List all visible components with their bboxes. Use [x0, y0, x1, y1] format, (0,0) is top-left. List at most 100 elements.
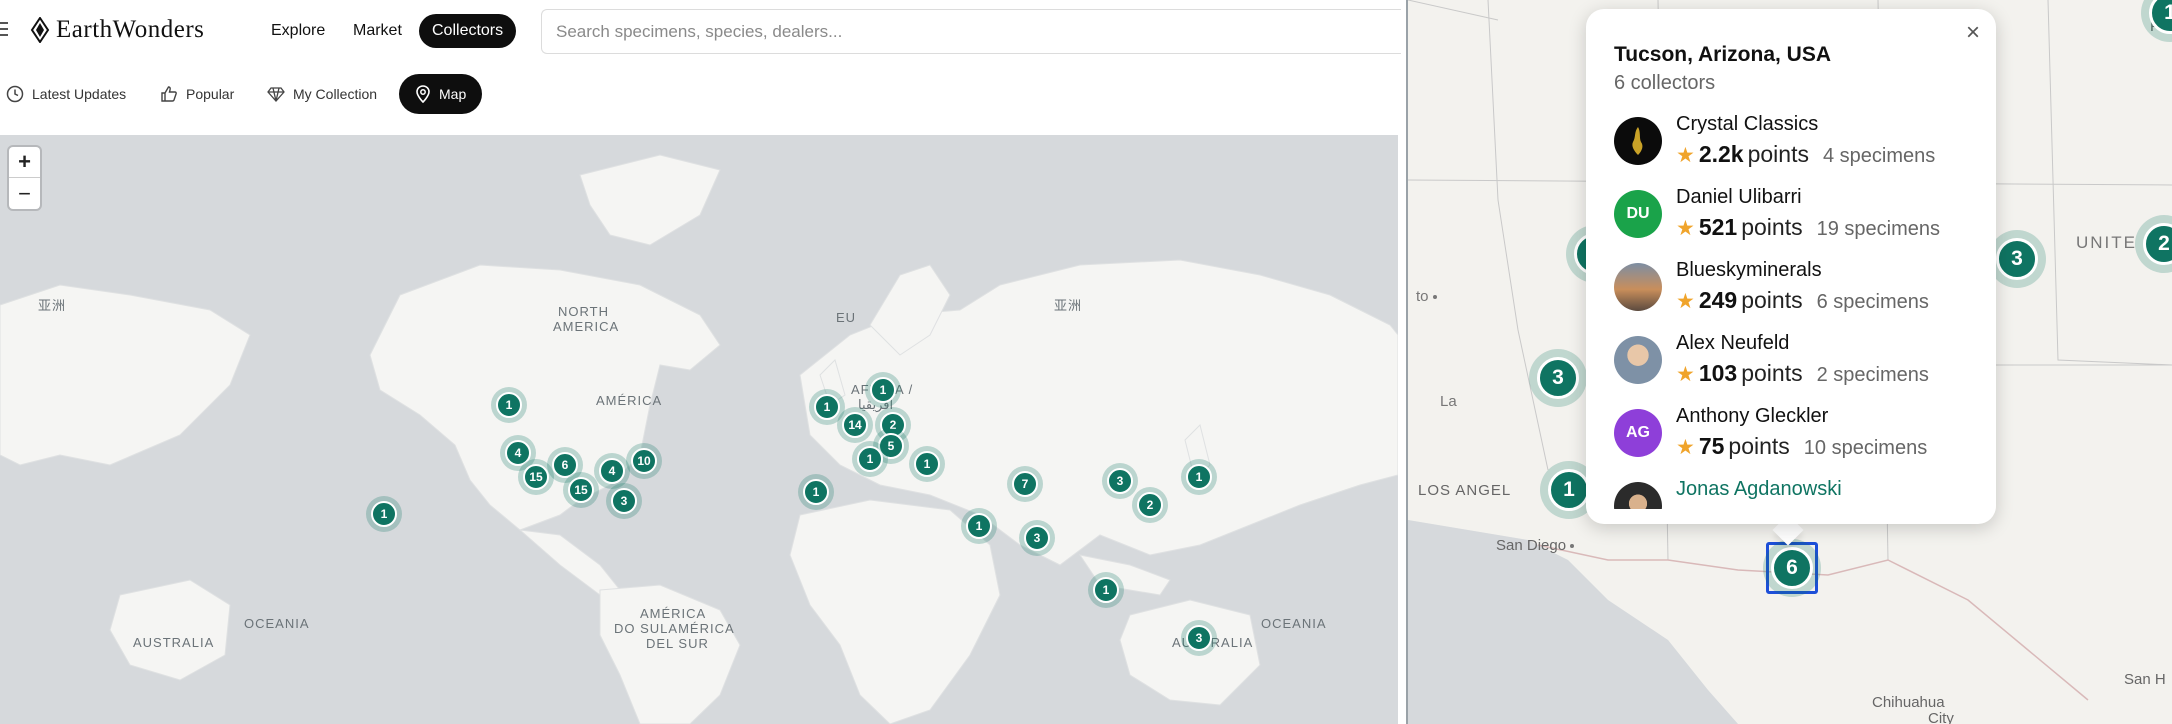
map-cluster[interactable]: 1 [961, 508, 997, 544]
nav-explore[interactable]: Explore [271, 18, 325, 44]
collector-list[interactable]: Crystal Classics ★ 2.2k points 4 specime… [1614, 109, 1984, 509]
map-label-america-es: AMÉRICA [596, 393, 663, 408]
points-label: points [1741, 360, 1803, 386]
map-label-north: NORTH [558, 304, 609, 319]
map-label-asia: 亚洲 [38, 298, 67, 313]
zoom-in-button[interactable]: + [9, 147, 40, 178]
map-cluster[interactable]: 1 [1181, 459, 1217, 495]
avatar: AG [1614, 409, 1662, 457]
collector-specimens: 2 specimens [1816, 364, 1929, 386]
map-cluster[interactable]: 3 [1988, 230, 2046, 288]
tab-map[interactable]: Map [399, 74, 483, 114]
collector-stats: ★ 103 points 2 specimens [1676, 360, 1929, 387]
collector-specimens: 19 specimens [1816, 218, 1940, 240]
thumbs-up-icon [161, 86, 177, 102]
collector-name[interactable]: Anthony Gleckler [1676, 405, 1828, 428]
avatar: DU [1614, 190, 1662, 238]
collector-name[interactable]: Crystal Classics [1676, 113, 1818, 136]
logo-text: EarthWonders [56, 16, 205, 43]
map-cluster[interactable]: 2 [1132, 487, 1168, 523]
map-cluster[interactable]: 1 [798, 474, 834, 510]
collector-stats: ★ 2.2k points 4 specimens [1676, 141, 1935, 168]
avatar [1614, 117, 1662, 165]
collector-points: 103 [1698, 360, 1738, 386]
map-cluster[interactable]: 1 [865, 372, 901, 408]
search-box[interactable] [541, 9, 1401, 54]
map-cluster[interactable]: 1 [909, 446, 945, 482]
popup-collector-count: 6 collectors [1614, 72, 1716, 94]
popup-title: Tucson, Arizona, USA [1614, 43, 1832, 66]
selected-map-cluster[interactable]: 6 [1763, 539, 1821, 597]
map-cluster[interactable]: 14 [837, 407, 873, 443]
collector-row[interactable]: Blueskyminerals ★ 249 points 6 specimens [1614, 255, 1984, 328]
gem-icon [267, 87, 285, 102]
map-cluster[interactable]: 15 [518, 459, 554, 495]
collector-points: 521 [1698, 214, 1738, 240]
tab-latest-label: Latest Updates [32, 86, 127, 102]
collector-name[interactable]: Daniel Ulibarri [1676, 186, 1802, 209]
region-label-chihuahua-city: City [1928, 710, 1954, 724]
world-map[interactable]: + − 亚洲 NORTH AMERICA AMÉRICA AMÉRICA DO … [0, 135, 1398, 724]
collector-points: 2.2k [1698, 141, 1744, 167]
collector-points: 75 [1698, 433, 1725, 459]
collector-row[interactable]: AG Anthony Gleckler ★ 75 points 10 speci… [1614, 401, 1984, 474]
logo[interactable]: EarthWonders [30, 16, 204, 44]
nav-market[interactable]: Market [353, 18, 402, 44]
star-icon: ★ [1676, 144, 1695, 167]
map-cluster[interactable]: 1 [852, 441, 888, 477]
menu-icon[interactable] [0, 22, 10, 38]
star-icon: ★ [1676, 363, 1695, 386]
region-label-san-diego: San Diego [1496, 537, 1575, 554]
points-label: points [1741, 214, 1803, 240]
map-label-europe: EU [836, 310, 857, 325]
collector-name[interactable]: Blueskyminerals [1676, 259, 1822, 282]
map-cluster[interactable]: 7 [1007, 466, 1043, 502]
tab-my-collection[interactable]: My Collection [267, 74, 377, 114]
collector-row[interactable]: Jonas Agdanowski [1614, 474, 1984, 509]
clock-icon [6, 85, 24, 103]
tab-my-collection-label: My Collection [293, 86, 378, 102]
region-label-la: La [1440, 393, 1457, 410]
region-label-to: to [1416, 288, 1437, 305]
tab-popular[interactable]: Popular [160, 74, 234, 114]
crystal-logo-icon [1632, 127, 1643, 155]
collector-stats: ★ 75 points 10 specimens [1676, 433, 1927, 460]
map-cluster[interactable]: 10 [626, 443, 662, 479]
collector-row[interactable]: DU Daniel Ulibarri ★ 521 points 19 speci… [1614, 182, 1984, 255]
collector-points: 249 [1698, 287, 1738, 313]
close-icon[interactable]: × [1966, 21, 1980, 45]
map-cluster[interactable]: 3 [606, 483, 642, 519]
nav-collectors[interactable]: Collectors [419, 14, 517, 48]
zoom-out-button[interactable]: − [9, 178, 40, 209]
avatar [1614, 336, 1662, 384]
map-cluster[interactable]: 15 [563, 472, 599, 508]
collector-row[interactable]: Crystal Classics ★ 2.2k points 4 specime… [1614, 109, 1984, 182]
sub-navigation: Latest Updates Popular My Collection Map [0, 74, 1400, 114]
main-window: EarthWonders Explore Market Collectors L… [0, 0, 1401, 724]
map-cluster[interactable]: 3 [1102, 463, 1138, 499]
zoom-control: + − [9, 147, 40, 209]
map-cluster[interactable]: 3 [1529, 349, 1587, 407]
map-cluster[interactable]: 3 [1181, 620, 1217, 656]
collector-specimens: 6 specimens [1816, 291, 1929, 313]
collector-name[interactable]: Jonas Agdanowski [1676, 478, 1842, 501]
collector-specimens: 10 specimens [1803, 437, 1928, 459]
map-label-asia-right: 亚洲 [1054, 298, 1083, 313]
map-cluster[interactable]: 3 [1019, 520, 1055, 556]
map-cluster[interactable]: 1 [491, 387, 527, 423]
map-cluster[interactable]: 1 [366, 496, 402, 532]
map-cluster[interactable]: 1 [1088, 572, 1124, 608]
regional-map[interactable]: to La LOS ANGEL San Diego UNITE Chihuahu… [1408, 0, 2172, 724]
search-input[interactable] [542, 10, 1401, 53]
points-label: points [1741, 287, 1803, 313]
region-label-chihuahua: Chihuahua [1872, 694, 1945, 711]
tab-latest-updates[interactable]: Latest Updates [6, 74, 126, 114]
map-pin-icon [416, 85, 430, 103]
star-icon: ★ [1676, 436, 1695, 459]
map-label-australia-left: AUSTRALIA [133, 635, 215, 650]
tab-popular-label: Popular [186, 86, 235, 102]
collector-stats: ★ 249 points 6 specimens [1676, 287, 1929, 314]
map-label-south-america-2: DO SULAMÉRICA [614, 621, 735, 636]
collector-name[interactable]: Alex Neufeld [1676, 332, 1789, 355]
collector-row[interactable]: Alex Neufeld ★ 103 points 2 specimens [1614, 328, 1984, 401]
